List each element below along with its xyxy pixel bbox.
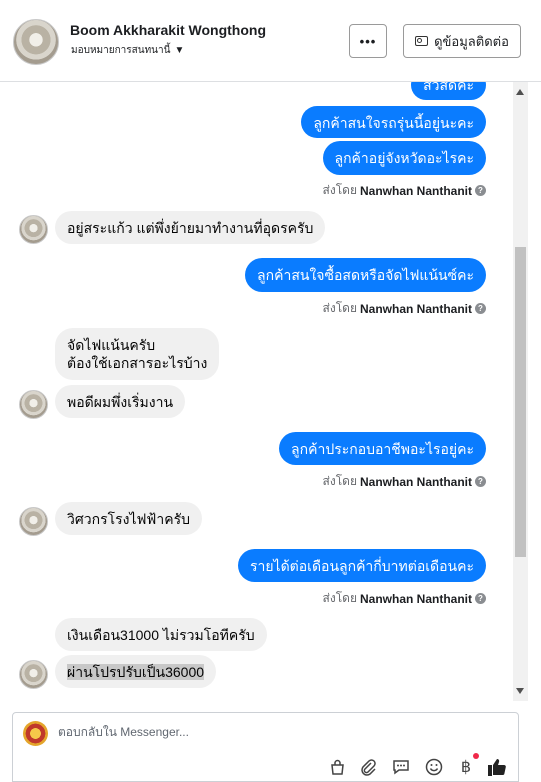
message-outgoing[interactable]: ลูกค้าอยู่จังหวัดอะไรคะ — [322, 141, 486, 175]
sender-name: Nanwhan Nanthanit — [359, 183, 472, 198]
contact-card-icon — [415, 36, 429, 46]
help-icon[interactable]: ? — [475, 476, 486, 487]
notification-dot — [473, 753, 479, 759]
view-contact-button[interactable]: ดูข้อมูลติดต่อ — [403, 24, 521, 58]
assign-label: มอบหมายการสนทนานี้ — [71, 45, 171, 56]
contact-avatar-small — [19, 390, 48, 419]
message-incoming[interactable]: อยู่สระแก้ว แต่พึ่งย้ายมาทำงานที่อุดรครั… — [55, 211, 326, 244]
message-incoming[interactable]: เงินเดือน31000 ไม่รวมโอทีครับ — [55, 618, 267, 651]
attachment-icon[interactable] — [358, 757, 378, 777]
thumbs-up-icon[interactable] — [487, 757, 507, 777]
message-line: ต้องใช้เอกสารอะไรบ้าง — [67, 355, 208, 371]
reply-composer: ฿ — [12, 712, 519, 782]
message-outgoing[interactable]: ลูกค้าสนใจรถรุ่นนี้อยู่นะคะ — [301, 106, 486, 138]
sender-name: Nanwhan Nanthanit — [359, 474, 472, 489]
sent-by-label: ส่งโดย Nanwhan Nanthanit ? — [323, 589, 486, 608]
contact-avatar-small — [19, 660, 48, 689]
message-incoming[interactable]: ผ่านโปรปรับเป็น36000 — [55, 655, 217, 688]
bag-icon[interactable] — [327, 757, 347, 777]
thread-scrollbar[interactable] — [513, 82, 528, 701]
contact-avatar-small — [19, 215, 48, 244]
chevron-down-icon: ▼ — [174, 44, 185, 56]
scroll-down-arrow[interactable] — [516, 688, 524, 694]
help-icon[interactable]: ? — [475, 185, 486, 196]
message-line: จัดไฟแน้นครับ — [67, 337, 156, 353]
reply-input[interactable] — [58, 725, 478, 739]
sender-name: Nanwhan Nanthanit — [359, 301, 472, 316]
selected-message-text: ผ่านโปรปรับเป็น36000 — [67, 664, 205, 680]
message-incoming[interactable]: พอดีผมพึ่งเริ่มงาน — [55, 385, 186, 418]
help-icon[interactable]: ? — [475, 303, 486, 314]
message-outgoing[interactable]: สวัสดีค่ะ — [411, 82, 486, 100]
message-incoming[interactable]: จัดไฟแน้นครับ ต้องใช้เอกสารอะไรบ้าง — [55, 328, 220, 380]
assign-conversation-dropdown[interactable]: มอบหมายการสนทนานี้ ▼ — [71, 43, 184, 58]
sent-by-label: ส่งโดย Nanwhan Nanthanit ? — [323, 181, 486, 200]
contact-avatar[interactable] — [13, 19, 59, 65]
scroll-up-arrow[interactable] — [516, 89, 524, 95]
page-avatar — [23, 721, 48, 746]
sent-by-label: ส่งโดย Nanwhan Nanthanit ? — [323, 299, 486, 318]
view-contact-label: ดูข้อมูลติดต่อ — [434, 33, 509, 49]
help-icon[interactable]: ? — [475, 593, 486, 604]
contact-avatar-small — [19, 507, 48, 536]
contact-name[interactable]: Boom Akkharakit Wongthong — [70, 22, 266, 38]
scroll-thumb[interactable] — [515, 247, 526, 557]
emoji-icon[interactable] — [424, 757, 444, 777]
message-outgoing[interactable]: ลูกค้าสนใจซื้อสดหรือจัดไฟแน้นซ์คะ — [245, 258, 486, 292]
message-outgoing[interactable]: ลูกค้าประกอบอาชีพอะไรอยู่คะ — [279, 432, 486, 465]
baht-payment-icon[interactable]: ฿ — [456, 757, 476, 777]
message-outgoing[interactable]: รายได้ต่อเดือนลูกค้ากี่บาทต่อเดือนคะ — [237, 549, 486, 582]
sent-by-label: ส่งโดย Nanwhan Nanthanit ? — [323, 472, 486, 491]
message-incoming[interactable]: วิศวกรโรงไฟฟ้าครับ — [55, 502, 202, 535]
more-options-button[interactable]: ••• — [349, 24, 387, 58]
message-thread[interactable]: สวัสดีค่ะ ลูกค้าสนใจรถรุ่นนี้อยู่นะคะ ลู… — [0, 82, 541, 701]
conversation-header: Boom Akkharakit Wongthong มอบหมายการสนทน… — [0, 0, 541, 82]
saved-reply-icon[interactable] — [391, 757, 411, 777]
sender-name: Nanwhan Nanthanit — [359, 591, 472, 606]
